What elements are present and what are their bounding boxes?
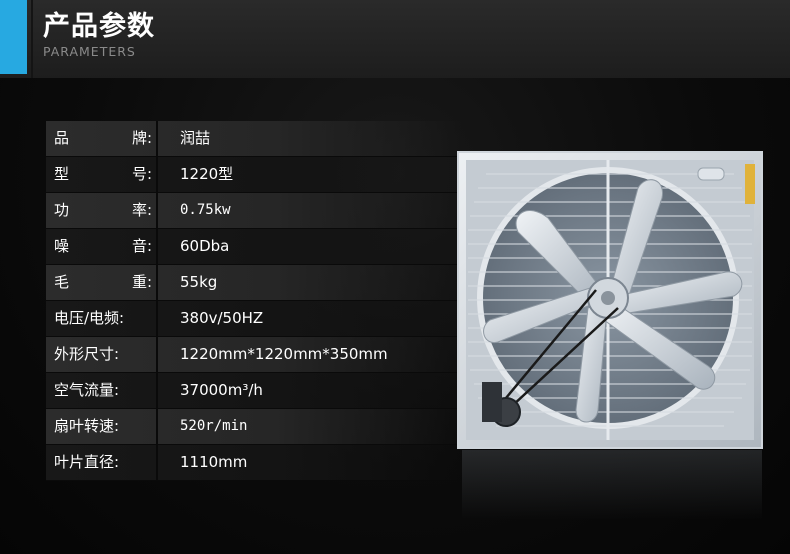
accent-bar xyxy=(0,0,27,74)
spec-row-weight: 毛重: 55kg xyxy=(46,265,462,301)
spec-label: 型号: xyxy=(54,165,152,183)
fan-reflection xyxy=(462,450,762,520)
spec-label: 外形尺寸: xyxy=(54,345,120,363)
column-divider xyxy=(156,301,158,336)
spec-label: 扇叶转速: xyxy=(54,417,120,435)
spec-table: 品牌: 润喆 型号: 1220型 功率: 0.75kw 噪音: 60Dba 毛重… xyxy=(46,121,462,481)
column-divider xyxy=(156,121,158,156)
section-title: 产品参数 xyxy=(43,11,155,42)
column-divider xyxy=(156,373,158,408)
spec-value: 0.75kw xyxy=(180,202,231,218)
spec-row-airflow: 空气流量: 37000m³/h xyxy=(46,373,462,409)
column-divider xyxy=(156,229,158,264)
column-divider xyxy=(156,409,158,444)
spec-row-noise: 噪音: 60Dba xyxy=(46,229,462,265)
spec-value: 1220mm*1220mm*350mm xyxy=(180,345,388,363)
column-divider xyxy=(156,337,158,372)
spec-label: 叶片直径: xyxy=(54,453,120,471)
column-divider xyxy=(156,193,158,228)
column-divider xyxy=(156,157,158,192)
spec-row-voltage: 电压/电频: 380v/50HZ xyxy=(46,301,462,337)
spec-value: 1110mm xyxy=(180,453,248,471)
spec-row-dimensions: 外形尺寸: 1220mm*1220mm*350mm xyxy=(46,337,462,373)
spec-row-blade-diameter: 叶片直径: 1110mm xyxy=(46,445,462,481)
spec-row-model: 型号: 1220型 xyxy=(46,157,462,193)
spec-row-power: 功率: 0.75kw xyxy=(46,193,462,229)
section-subtitle: PARAMETERS xyxy=(43,44,136,59)
spec-label: 噪音: xyxy=(54,237,152,255)
spec-row-speed: 扇叶转速: 520r/min xyxy=(46,409,462,445)
spec-value: 1220型 xyxy=(180,165,234,183)
spec-label: 功率: xyxy=(54,201,152,219)
spec-value: 60Dba xyxy=(180,237,230,255)
spec-row-brand: 品牌: 润喆 xyxy=(46,121,462,157)
spec-label: 空气流量: xyxy=(54,381,120,399)
header-divider xyxy=(31,0,33,78)
spec-value: 520r/min xyxy=(180,418,248,434)
spec-label: 毛重: xyxy=(54,273,152,291)
column-divider xyxy=(156,265,158,300)
fan-product-image xyxy=(456,150,764,450)
page-header: 产品参数 PARAMETERS xyxy=(0,0,790,79)
spec-label: 电压/电频: xyxy=(54,309,125,327)
spec-value: 380v/50HZ xyxy=(180,309,264,327)
exhaust-fan-icon xyxy=(457,151,763,449)
spec-label: 品牌: xyxy=(54,129,152,147)
spec-value: 37000m³/h xyxy=(180,381,263,399)
spec-value: 55kg xyxy=(180,273,218,291)
column-divider xyxy=(156,445,158,480)
spec-value: 润喆 xyxy=(180,129,211,147)
